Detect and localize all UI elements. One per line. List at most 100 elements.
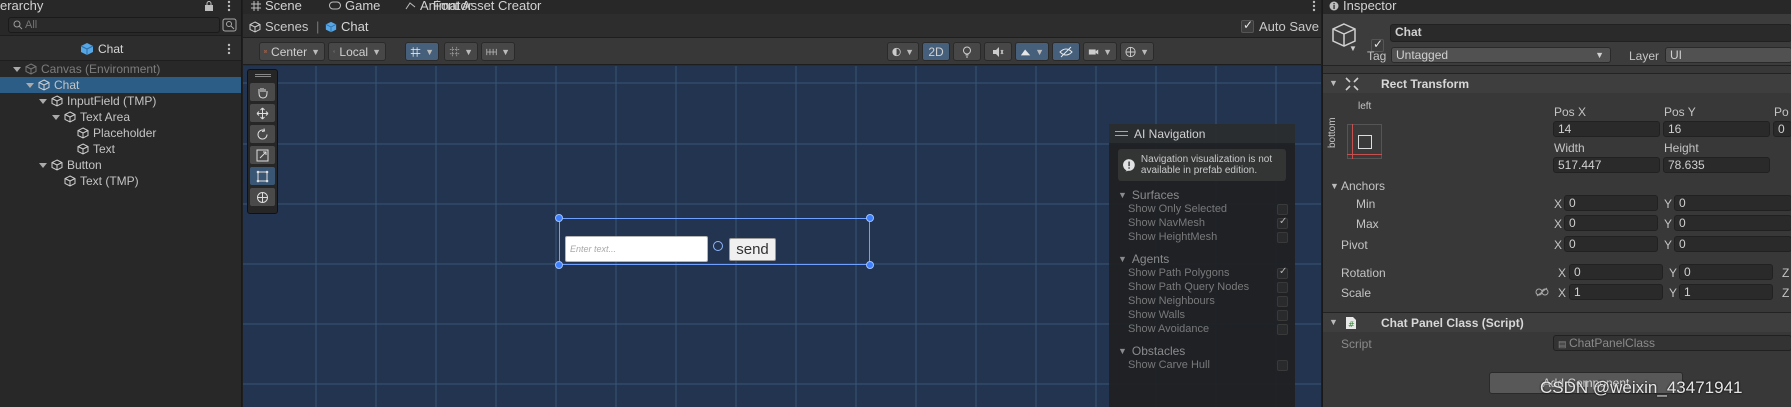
scale-y-field[interactable]: 1 <box>1679 284 1773 300</box>
anchor-min-y-field[interactable]: 0 <box>1674 195 1791 211</box>
rotation-y-field[interactable]: 0 <box>1679 264 1773 280</box>
nav-option[interactable]: Show Only Selected <box>1109 203 1295 217</box>
hierarchy-item[interactable]: InputField (TMP) <box>0 93 241 109</box>
tag-dropdown[interactable]: Untagged ▼ <box>1391 47 1611 63</box>
tab-scene[interactable]: Scene <box>251 0 302 13</box>
snap-settings-toggle[interactable]: ▼ <box>444 42 478 61</box>
anchor-presets-button[interactable] <box>1347 124 1382 159</box>
auto-save-checkbox[interactable] <box>1241 18 1254 33</box>
gizmos-dropdown[interactable]: ▼ <box>1120 42 1154 61</box>
pivot-mode-dropdown[interactable]: Center ▼ <box>259 42 325 61</box>
tab-font-asset-creator[interactable]: Font Asset Creator <box>433 0 541 13</box>
increment-snap-toggle[interactable]: ▼ <box>481 42 515 61</box>
rotation-x-field[interactable]: 0 <box>1569 264 1663 280</box>
nav-option[interactable]: Show Path Query Nodes <box>1109 281 1295 295</box>
hierarchy-item[interactable]: Text <box>0 141 241 157</box>
anchor-min-x-field[interactable]: 0 <box>1564 195 1658 211</box>
kebab-menu-icon[interactable] <box>226 43 232 55</box>
shading-mode-dropdown[interactable]: ▼ <box>887 42 919 61</box>
hierarchy-item[interactable]: Text Area <box>0 109 241 125</box>
pivot-x-field[interactable]: 0 <box>1564 236 1658 252</box>
rect-handle-top-left[interactable] <box>555 214 563 222</box>
nav-option[interactable]: Show Avoidance <box>1109 323 1295 337</box>
link-icon[interactable] <box>1535 287 1549 297</box>
expand-arrow-icon[interactable] <box>38 160 48 170</box>
scene-visibility-toggle[interactable] <box>1052 42 1080 61</box>
anchor-max-x-field[interactable]: 0 <box>1564 215 1658 231</box>
rect-transform-header[interactable]: ▼ Rect Transform <box>1323 73 1791 93</box>
nav-option-checkbox[interactable] <box>1277 324 1288 335</box>
hierarchy-item[interactable]: Text (TMP) <box>0 173 241 189</box>
search-by-type-icon[interactable] <box>222 17 238 33</box>
nav-option[interactable]: Show Walls <box>1109 309 1295 323</box>
nav-option-checkbox[interactable] <box>1277 310 1288 321</box>
agents-section[interactable]: ▼ Agents <box>1109 251 1295 267</box>
expand-arrow-icon[interactable] <box>25 80 35 90</box>
nav-option-checkbox[interactable] <box>1277 232 1288 243</box>
hierarchy-item[interactable]: Chat <box>0 77 241 93</box>
rect-tool[interactable] <box>250 167 275 185</box>
lighting-toggle[interactable] <box>953 42 981 61</box>
layer-dropdown[interactable]: UI <box>1665 47 1791 63</box>
nav-option-checkbox[interactable] <box>1277 266 1288 279</box>
expand-arrow-icon[interactable] <box>38 96 48 106</box>
auto-save-toggle[interactable]: Auto Save <box>1241 18 1319 34</box>
pos-z-field[interactable]: 0 <box>1773 121 1791 137</box>
pos-x-field[interactable]: 14 <box>1553 121 1660 137</box>
width-field[interactable]: 517.447 <box>1553 157 1660 173</box>
nav-option[interactable]: Show Carve Hull <box>1109 359 1295 373</box>
hierarchy-tab[interactable]: erarchy <box>0 0 241 14</box>
obstacles-section[interactable]: ▼ Obstacles <box>1109 343 1295 359</box>
height-field[interactable]: 78.635 <box>1663 157 1770 173</box>
surfaces-section[interactable]: ▼ Surfaces <box>1109 187 1295 203</box>
grid-snap-toggle[interactable]: ▼ <box>405 42 439 61</box>
chat-input-field[interactable] <box>565 236 708 262</box>
palette-grip[interactable] <box>248 70 277 80</box>
pivot-handle[interactable] <box>713 241 723 251</box>
anchor-max-y-field[interactable]: 0 <box>1674 215 1791 231</box>
pivot-y-field[interactable]: 0 <box>1674 236 1791 252</box>
nav-option-checkbox[interactable] <box>1277 216 1288 229</box>
transform-tool[interactable] <box>250 188 275 206</box>
kebab-menu-icon[interactable] <box>1311 0 1317 12</box>
breadcrumb-chat[interactable]: Chat <box>325 19 368 34</box>
nav-option[interactable]: Show Neighbours <box>1109 295 1295 309</box>
object-name-field[interactable]: Chat <box>1390 24 1791 42</box>
hierarchy-search[interactable] <box>8 17 220 33</box>
expand-arrow-icon[interactable] <box>51 112 61 122</box>
mode-2d-toggle[interactable]: 2D <box>922 42 950 61</box>
nav-option-checkbox[interactable] <box>1277 204 1288 215</box>
script-component-header[interactable]: ▼ # Chat Panel Class (Script) <box>1323 312 1791 332</box>
scene-viewport[interactable]: send AI Navigation Navigation visualizat… <box>243 66 1321 407</box>
nav-option-checkbox[interactable] <box>1277 360 1288 371</box>
rect-handle-top-right[interactable] <box>866 214 874 222</box>
move-tool[interactable] <box>250 104 275 122</box>
hand-tool[interactable] <box>250 83 275 101</box>
expand-arrow-icon[interactable] <box>12 64 22 74</box>
audio-toggle[interactable] <box>984 42 1012 61</box>
scale-tool[interactable] <box>250 146 275 164</box>
camera-settings-dropdown[interactable]: ▼ <box>1083 42 1117 61</box>
breadcrumb-scenes[interactable]: Scenes <box>249 19 308 34</box>
tab-game[interactable]: Game <box>329 0 380 13</box>
hierarchy-item[interactable]: Placeholder <box>0 125 241 141</box>
kebab-menu-icon[interactable] <box>224 0 234 12</box>
hierarchy-search-input[interactable] <box>25 18 215 32</box>
pivot-rotation-dropdown[interactable]: Local ▼ <box>328 42 386 61</box>
effects-dropdown[interactable]: ▼ <box>1015 42 1049 61</box>
nav-option-checkbox[interactable] <box>1277 282 1288 293</box>
chevron-down-icon[interactable]: ▼ <box>1330 181 1339 191</box>
lock-icon[interactable] <box>204 1 214 11</box>
pos-y-field[interactable]: 16 <box>1663 121 1770 137</box>
scale-x-field[interactable]: 1 <box>1569 284 1663 300</box>
nav-option[interactable]: Show Path Polygons <box>1109 266 1295 281</box>
rect-handle-bottom-left[interactable] <box>555 261 563 269</box>
chevron-down-icon[interactable]: ▼ <box>1349 44 1357 53</box>
tab-inspector[interactable]: Inspector <box>1329 0 1396 13</box>
hierarchy-item[interactable]: Canvas (Environment) <box>0 61 241 77</box>
hierarchy-item[interactable]: Button <box>0 157 241 173</box>
ai-navigation-header[interactable]: AI Navigation <box>1109 124 1295 143</box>
rotate-tool[interactable] <box>250 125 275 143</box>
nav-option[interactable]: Show NavMesh <box>1109 216 1295 231</box>
nav-option[interactable]: Show HeightMesh <box>1109 231 1295 245</box>
